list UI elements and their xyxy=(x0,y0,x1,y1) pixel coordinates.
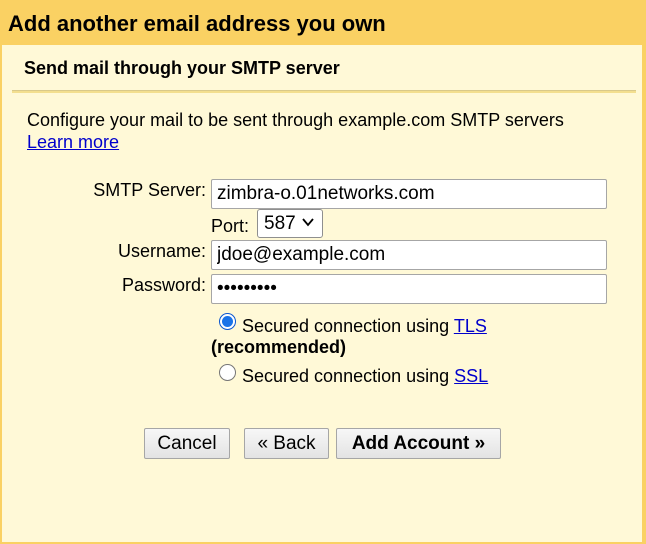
cancel-button[interactable]: Cancel xyxy=(144,428,230,459)
section-divider xyxy=(12,90,636,93)
ssl-link[interactable]: SSL xyxy=(454,366,488,386)
dialog-title: Add another email address you own xyxy=(8,11,386,36)
port-value: 587 xyxy=(264,213,296,234)
password-input[interactable] xyxy=(211,274,607,304)
learn-more-link[interactable]: Learn more xyxy=(27,132,119,152)
smtp-server-input[interactable] xyxy=(211,179,607,209)
tls-recommended: (recommended) xyxy=(211,337,347,357)
password-label: Password: xyxy=(121,275,206,295)
port-select[interactable]: 587 xyxy=(257,209,323,238)
username-label: Username: xyxy=(117,241,206,261)
ssl-option-text: Secured connection using xyxy=(242,366,455,386)
add-account-button[interactable]: Add Account » xyxy=(336,428,501,459)
description-text: Configure your mail to be sent through e… xyxy=(27,110,564,130)
chevron-down-icon xyxy=(302,218,314,227)
username-input[interactable] xyxy=(211,240,607,270)
smtp-server-label: SMTP Server: xyxy=(93,180,206,200)
back-button[interactable]: « Back xyxy=(244,428,329,459)
ssl-radio[interactable] xyxy=(219,364,236,381)
smtp-settings-panel: Send mail through your SMTP server Confi… xyxy=(2,45,642,542)
ssl-option-label: Secured connection using SSL xyxy=(242,365,488,387)
section-subtitle: Send mail through your SMTP server xyxy=(24,58,340,78)
tls-link[interactable]: TLS xyxy=(454,316,487,336)
description: Configure your mail to be sent through e… xyxy=(27,109,627,153)
tls-option-text: Secured connection using xyxy=(242,316,454,336)
port-label: Port: xyxy=(211,216,250,236)
tls-radio[interactable] xyxy=(219,313,236,330)
tls-option-label: Secured connection using TLS xyxy=(242,315,487,337)
